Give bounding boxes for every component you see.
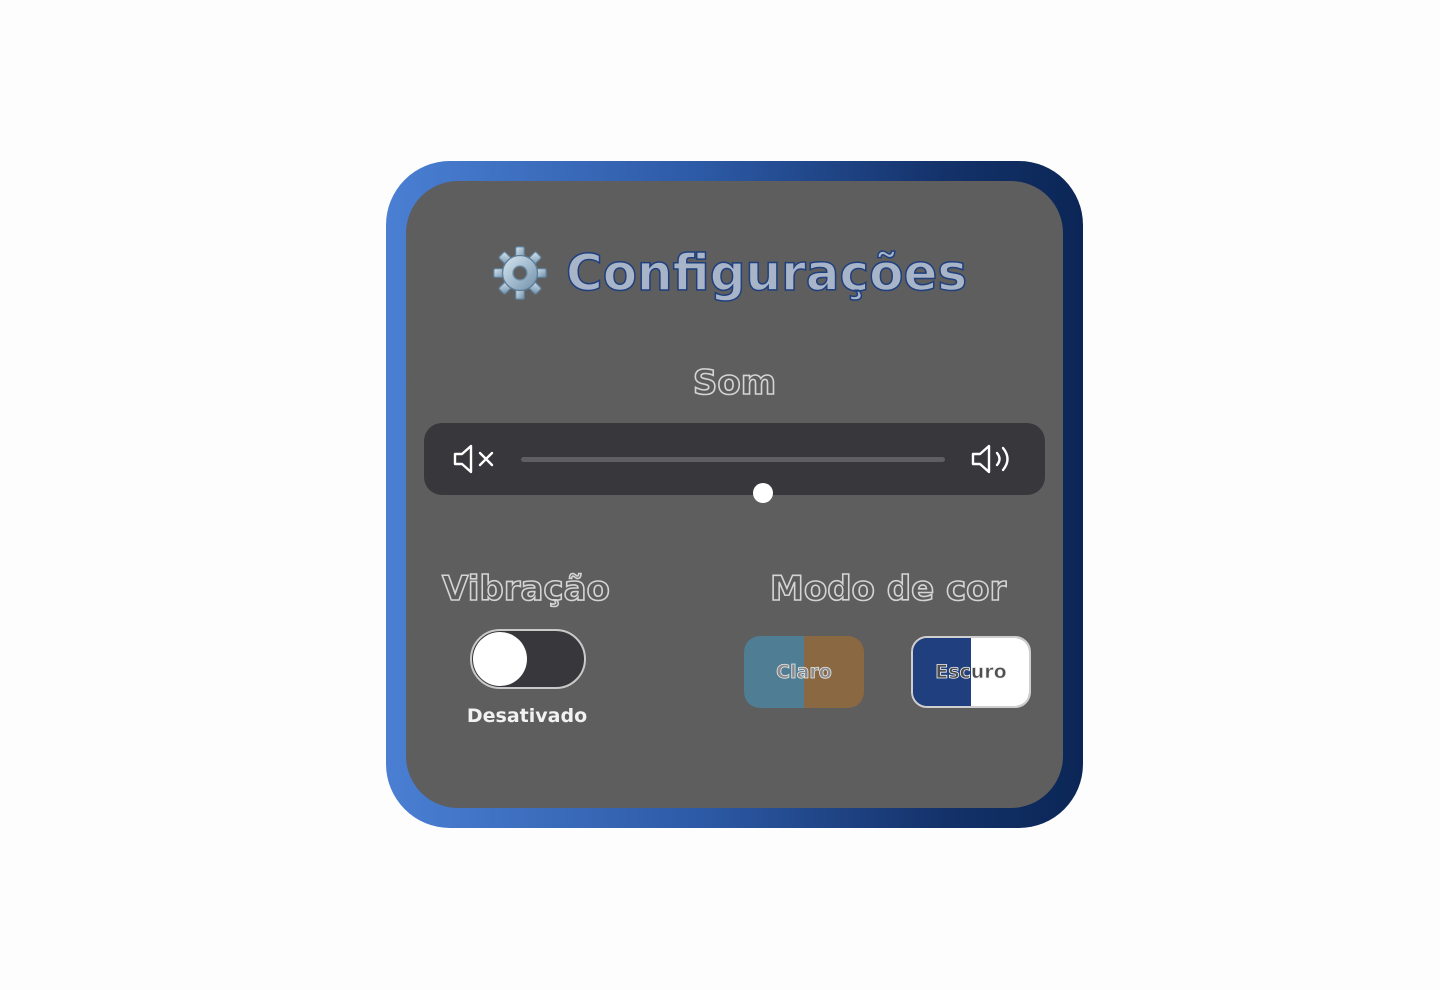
page-title: Configurações: [565, 243, 968, 303]
toggle-knob: [473, 632, 527, 686]
dark-mode-label: Escuro: [935, 661, 1007, 684]
settings-header: Configurações: [492, 241, 968, 305]
speaker-loud-icon[interactable]: [970, 441, 1018, 477]
settings-panel: Configurações Som Vibração Desativado Mo…: [406, 181, 1063, 808]
dark-mode-button[interactable]: Escuro: [911, 636, 1031, 708]
gear-icon: [493, 246, 547, 300]
volume-slider-track[interactable]: [521, 457, 945, 503]
sound-label: Som: [692, 362, 777, 404]
light-mode-button[interactable]: Claro: [744, 636, 864, 708]
vibration-toggle[interactable]: [470, 629, 586, 689]
settings-card-frame: Configurações Som Vibração Desativado Mo…: [386, 161, 1083, 828]
vibration-status: Desativado: [466, 705, 588, 727]
volume-control: [424, 423, 1045, 503]
vibration-label: Vibração: [441, 568, 610, 610]
light-mode-label: Claro: [776, 661, 833, 684]
volume-slider-thumb[interactable]: [752, 483, 773, 503]
color-mode-label: Modo de cor: [769, 568, 1007, 610]
speaker-mute-icon[interactable]: [452, 441, 498, 477]
